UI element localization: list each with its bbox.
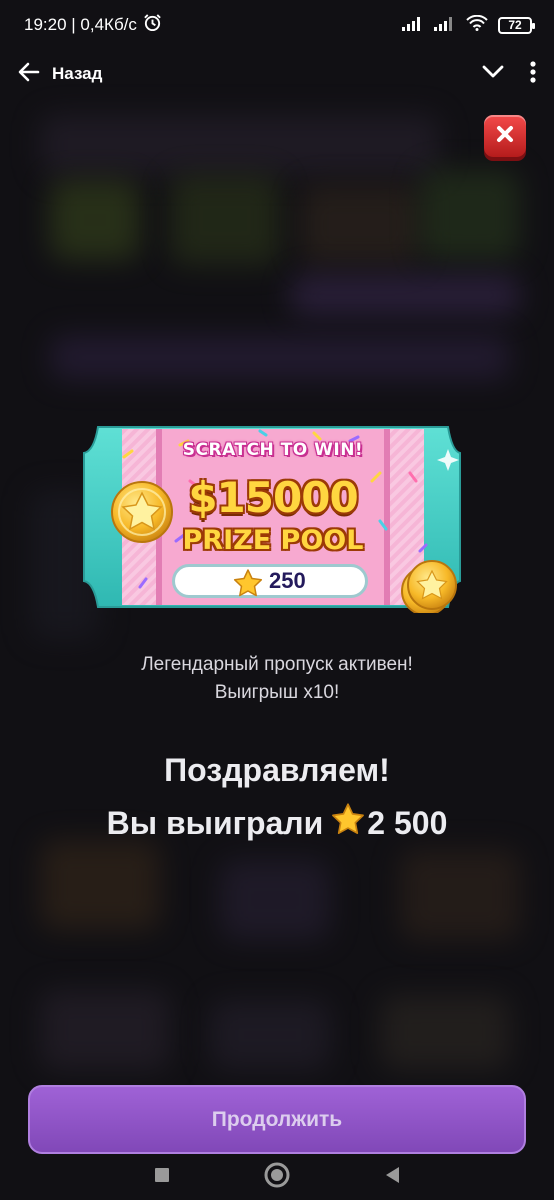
- continue-button[interactable]: Продолжить: [28, 1085, 526, 1154]
- home-icon[interactable]: [264, 1162, 290, 1193]
- scratch-ticket[interactable]: SCRATCH TO WIN! $15000 PRIZE POOL 250: [80, 421, 466, 613]
- ticket-price-pill: 250: [172, 564, 368, 598]
- ticket-headline: SCRATCH TO WIN!: [182, 440, 364, 460]
- status-time: 19:20 | 0,4Кб/с: [24, 15, 137, 34]
- status-bar: 19:20 | 0,4Кб/с 72: [0, 0, 554, 50]
- arrow-left-icon: [18, 62, 40, 87]
- legend-pass-message: Легендарный пропуск активен! Выигрыш x10…: [0, 651, 554, 707]
- win-amount: 2 500: [367, 804, 448, 841]
- top-nav: Назад: [0, 50, 554, 98]
- recents-icon[interactable]: [154, 1167, 170, 1188]
- continue-label: Продолжить: [211, 1107, 343, 1131]
- ticket-subtitle: PRIZE POOL: [182, 525, 364, 556]
- legend-line-2: Выигрыш x10!: [214, 682, 340, 703]
- system-nav-bar: [0, 1154, 554, 1200]
- wifi-icon: [466, 14, 488, 36]
- star-icon: [233, 568, 263, 603]
- ticket-amount: $15000: [188, 473, 358, 522]
- win-line: Вы выиграли 2 500: [0, 802, 554, 844]
- alarm-icon: [143, 13, 162, 37]
- star-icon: [323, 802, 367, 844]
- signal-icon-2: [434, 15, 456, 36]
- back-button[interactable]: Назад: [18, 62, 102, 87]
- battery-indicator: 72: [498, 16, 535, 34]
- close-icon: [496, 125, 514, 148]
- congrats-title: Поздравляем!: [164, 752, 390, 788]
- back-nav-icon[interactable]: [384, 1166, 400, 1189]
- win-prefix: Вы выиграли: [106, 804, 324, 841]
- signal-icon: [402, 15, 424, 36]
- more-options-icon[interactable]: [530, 60, 536, 88]
- close-button[interactable]: [484, 115, 526, 157]
- chevron-down-icon[interactable]: [482, 65, 504, 84]
- legend-line-1: Легендарный пропуск активен!: [141, 654, 413, 675]
- back-label: Назад: [52, 64, 103, 83]
